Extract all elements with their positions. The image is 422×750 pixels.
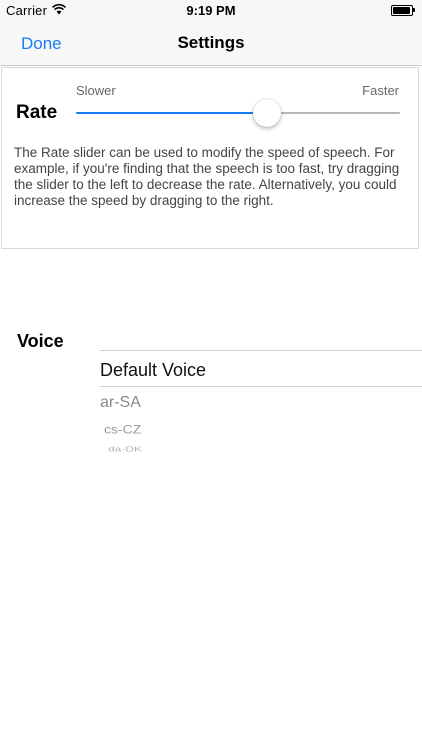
slider-track-fill — [76, 112, 268, 114]
picker-bottom-divider — [100, 386, 422, 387]
picker-option-selected[interactable]: Default Voice — [100, 360, 206, 381]
picker-option[interactable]: da-DK — [108, 445, 142, 453]
faster-label: Faster — [362, 83, 399, 98]
rate-slider[interactable] — [76, 98, 400, 128]
rate-section: Rate Slower Faster The Rate slider can b… — [1, 67, 419, 249]
picker-option[interactable]: cs-CZ — [104, 422, 141, 436]
rate-label: Rate — [16, 102, 58, 123]
navigation-bar: Done Settings — [0, 22, 422, 66]
rate-description: The Rate slider can be used to modify th… — [14, 145, 400, 208]
battery-icon — [391, 5, 415, 16]
status-time: 9:19 PM — [186, 3, 236, 18]
voice-picker[interactable]: Default Voice ar-SA cs-CZ da-DK — [100, 340, 422, 470]
slower-label: Slower — [76, 83, 116, 98]
page-title: Settings — [177, 33, 245, 52]
voice-label: Voice — [17, 331, 64, 351]
picker-top-divider — [100, 350, 422, 351]
picker-option[interactable]: ar-SA — [100, 394, 141, 412]
status-bar: Carrier 9:19 PM — [0, 0, 422, 22]
slider-thumb[interactable] — [253, 99, 282, 127]
